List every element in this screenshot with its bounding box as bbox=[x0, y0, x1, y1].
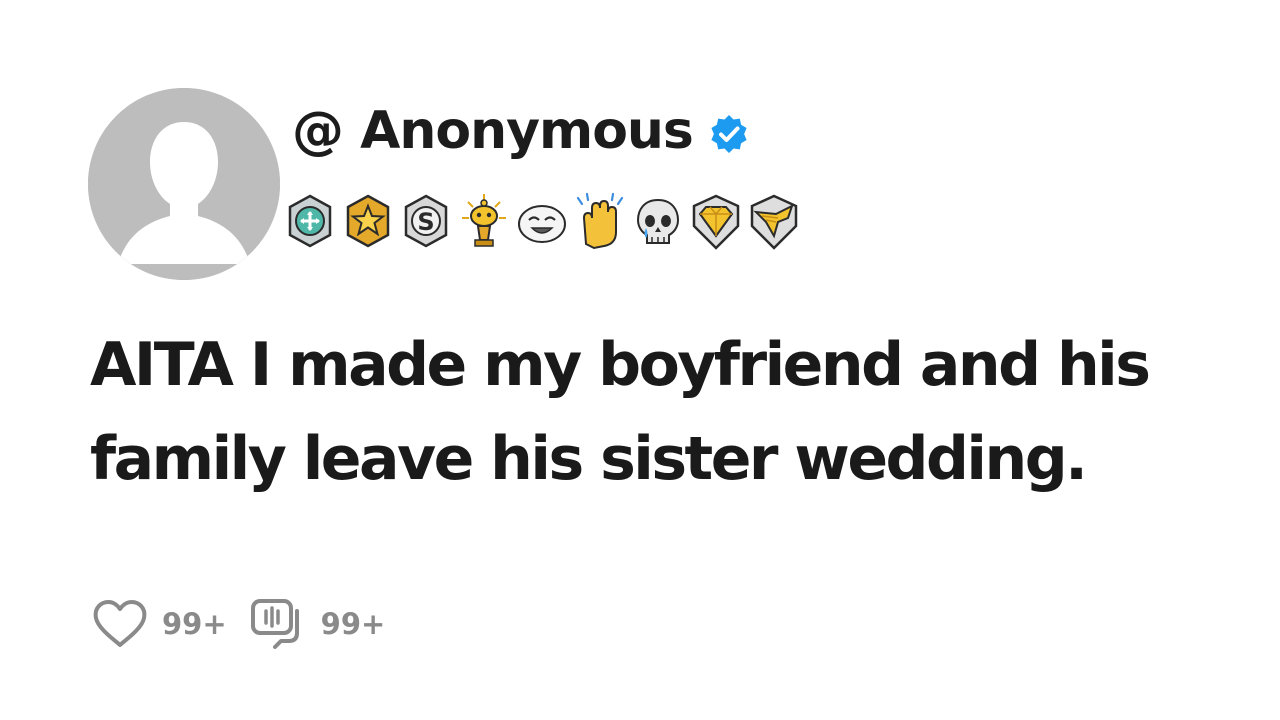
like-count: 99+ bbox=[162, 607, 227, 641]
clapping-hands-award-icon[interactable] bbox=[574, 192, 626, 252]
awards-row: S bbox=[284, 192, 800, 252]
gold-diamond-award-icon[interactable] bbox=[690, 192, 742, 252]
username-row: @ Anonymous bbox=[292, 96, 751, 166]
comment-button[interactable]: 99+ bbox=[249, 597, 386, 651]
gold-snoo-trophy-award-icon[interactable] bbox=[458, 192, 510, 252]
post-title-line-2: family leave his sister wedding. bbox=[90, 424, 1088, 494]
laughing-face-award-icon[interactable] bbox=[516, 192, 568, 252]
user-silhouette-icon bbox=[88, 88, 280, 280]
verified-badge-icon bbox=[707, 109, 751, 153]
svg-text:S: S bbox=[417, 208, 434, 236]
username[interactable]: @ Anonymous bbox=[292, 101, 694, 161]
post-title-line-1: AITA I made my boyfriend and his bbox=[90, 330, 1151, 400]
like-button[interactable]: 99+ bbox=[92, 598, 227, 650]
helpful-award-icon[interactable] bbox=[284, 192, 336, 252]
comment-icon bbox=[250, 599, 299, 649]
crying-skull-award-icon[interactable] bbox=[632, 192, 684, 252]
gold-wings-award-icon[interactable] bbox=[748, 192, 800, 252]
post-actions: 99+ 99+ bbox=[92, 596, 385, 652]
post-title[interactable]: AITA I made my boyfriend and his family … bbox=[90, 318, 1250, 506]
heart-icon bbox=[93, 600, 147, 647]
gold-star-award-icon[interactable] bbox=[342, 192, 394, 252]
avatar[interactable] bbox=[88, 88, 280, 280]
s-coin-award-icon[interactable]: S bbox=[400, 192, 452, 252]
comment-count: 99+ bbox=[320, 607, 386, 641]
